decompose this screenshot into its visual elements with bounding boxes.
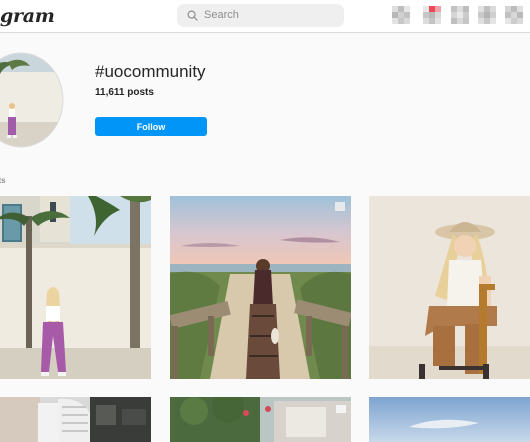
post-thumbnail-3[interactable] bbox=[369, 196, 530, 379]
direct-icon[interactable] bbox=[423, 6, 441, 24]
post-thumbnail-1[interactable] bbox=[0, 196, 151, 379]
explore-icon[interactable] bbox=[478, 6, 496, 24]
post-count: 11,611 posts bbox=[95, 87, 154, 98]
post-thumbnail-4[interactable] bbox=[0, 397, 151, 442]
new-post-icon[interactable] bbox=[451, 6, 469, 24]
activity-icon[interactable] bbox=[505, 6, 523, 24]
hashtag-title: #uocommunity bbox=[95, 62, 206, 81]
post-thumbnail-5[interactable] bbox=[170, 397, 351, 442]
post-thumbnail-2[interactable] bbox=[170, 196, 351, 379]
hashtag-avatar bbox=[0, 52, 64, 148]
top-navigation-bar: gram Search bbox=[0, 0, 530, 33]
search-box[interactable]: Search bbox=[177, 4, 344, 27]
post-thumbnail-6[interactable] bbox=[369, 397, 530, 442]
search-placeholder: Search bbox=[204, 9, 239, 21]
follow-button[interactable]: Follow bbox=[95, 117, 207, 136]
top-posts-label: sts bbox=[0, 176, 6, 185]
search-icon bbox=[187, 10, 198, 21]
carousel-icon bbox=[335, 202, 345, 211]
home-icon[interactable] bbox=[392, 6, 410, 24]
instagram-logo[interactable]: gram bbox=[0, 5, 55, 27]
